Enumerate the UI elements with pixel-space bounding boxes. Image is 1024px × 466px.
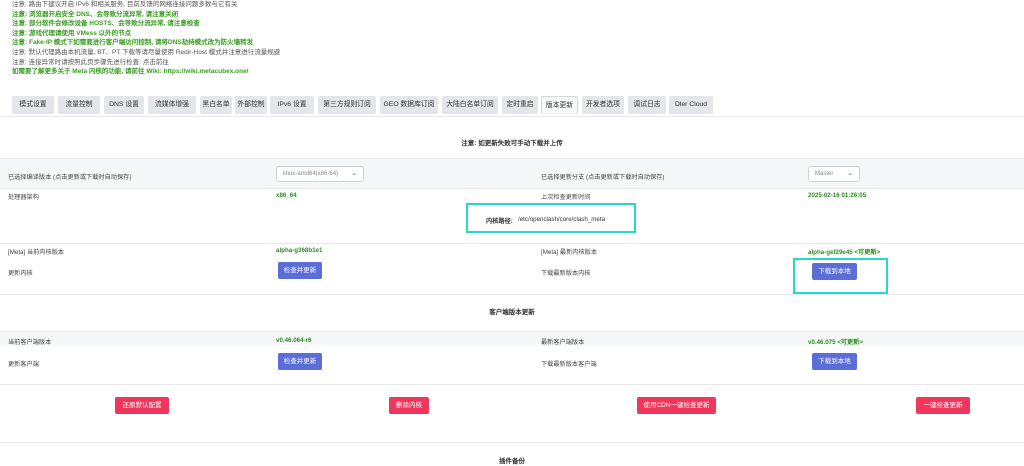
notice-line: 注意: 默认代理路由本机流量, BT、PT 下载等请尽量使用 Redir-Hos…: [12, 48, 281, 56]
arch-value: x86_64: [276, 192, 297, 199]
one-click-update-button[interactable]: 一键检查更新: [916, 397, 970, 414]
latest-client-value: v0.46.075 <可更新>: [808, 339, 864, 346]
branch-label: 已选择更新分支 (点击更新或下载时自动保存): [541, 174, 665, 181]
download-client-button[interactable]: 下载到本地: [812, 353, 857, 370]
update-core-button[interactable]: 检查并更新: [278, 262, 322, 279]
chevron-down-icon: ⌄: [351, 170, 357, 177]
tab-debug-log[interactable]: 调试日志: [628, 96, 666, 114]
divider: [0, 188, 1024, 189]
update-client-button[interactable]: 检查并更新: [278, 353, 322, 370]
tab-ipv6-settings[interactable]: IPv6 设置: [270, 96, 314, 114]
notice-line: 注意: 连接异常时请按照此页步骤先进行检查: 点击前往: [12, 58, 169, 66]
download-core-label: 下载最新版本内核: [541, 270, 591, 277]
current-core-value: alpha-g368b1e1: [276, 247, 323, 254]
current-core-label: [Meta] 当前内核版本: [8, 249, 65, 256]
tab-dler-cloud[interactable]: Dler Cloud: [669, 96, 713, 114]
last-check-label: 上次检查更新时间: [541, 194, 591, 201]
divider: [0, 384, 1024, 385]
core-path-value: /etc/openclash/core/clash_meta: [518, 216, 606, 223]
notice-line: 注意: 浏览器开启安全 DNS、会导致分流异常, 请注意关闭: [12, 10, 179, 18]
cdn-update-button[interactable]: 使用CDN一键检查更新: [637, 397, 716, 414]
compile-version-select[interactable]: linux-amd64(x86-64) ⌄: [276, 166, 364, 182]
download-client-label: 下载最新版本客户端: [541, 361, 597, 368]
notice-line: 注意: 部分软件会修改设备 HOSTS、会导致分流异常, 请注意检查: [12, 20, 200, 28]
current-client-label: 当前客户端版本: [8, 339, 52, 346]
branch-selected: Master: [815, 171, 834, 177]
tab-geo-database[interactable]: GEO 数据库订阅: [380, 96, 438, 114]
tab-traffic-control[interactable]: 流量控制: [58, 96, 100, 114]
restore-default-button[interactable]: 还原默认配置: [115, 397, 169, 414]
tab-black-white-list[interactable]: 黑白名单: [200, 96, 232, 114]
current-client-value: v0.46.064-r6: [276, 337, 312, 344]
branch-select[interactable]: Master ⌄: [808, 166, 860, 182]
plugin-backup-title: 插件备份: [499, 458, 525, 465]
client-section-title: 客户端版本更新: [489, 309, 535, 316]
notice-line: 注意: Fake-IP 模式下如需要进行客户端访问控制, 请将DNS劫持模式改为…: [12, 39, 254, 47]
delete-core-button[interactable]: 删除内核: [389, 397, 429, 414]
tab-scheduled-restart[interactable]: 定时重启: [502, 96, 538, 114]
tab-dns-settings[interactable]: DNS 设置: [104, 96, 144, 114]
tab-external-control[interactable]: 外部控制: [235, 96, 267, 114]
tab-streaming-enhance[interactable]: 流媒体增强: [148, 96, 196, 114]
compile-version-selected: linux-amd64(x86-64): [283, 171, 339, 177]
core-path-label: 内核路径:: [486, 218, 513, 225]
download-core-highlight: [793, 258, 888, 294]
notice-line: 如需要了解更多关于 Meta 内核的功能, 请前往 Wiki: https://…: [12, 68, 249, 76]
latest-core-label: [Meta] 最新内核版本: [541, 249, 598, 256]
row-background: [0, 159, 1024, 188]
arch-label: 处理器架构: [8, 194, 39, 201]
divider: [0, 294, 1024, 295]
tab-developer-options[interactable]: 开发者选项: [582, 96, 624, 114]
update-core-label: 更新内核: [8, 270, 33, 277]
core-section-title: 注意: 如更新失败可手动下载并上传: [461, 140, 563, 147]
divider: [0, 442, 1024, 443]
last-check-value: 2025-02-16 01:26:05: [808, 192, 867, 199]
latest-core-value: alpha-gef29e45 <可更新>: [808, 249, 881, 256]
tab-version-update[interactable]: 版本更新: [541, 96, 578, 114]
chevron-down-icon: ⌄: [847, 170, 853, 177]
compile-version-label: 已选择编译版本 (点击更新或下载时自动保存): [8, 174, 132, 181]
settings-tab-bar: 模式设置 流量控制 DNS 设置 流媒体增强 黑白名单 外部控制 IPv6 设置…: [8, 96, 1016, 116]
core-path-box: 内核路径: /etc/openclash/core/clash_meta: [466, 203, 636, 233]
update-client-label: 更新客户端: [8, 361, 39, 368]
row-background: [0, 332, 1024, 346]
notice-line: 注意: 路由下建议开启 IPv6 和相关服务, 目前反馈的网络连接问题多数与它有…: [12, 1, 238, 8]
notice-line: 注意: 游戏代理请使用 VMess 以外的节点: [12, 29, 132, 37]
latest-client-label: 最新客户端版本: [541, 339, 585, 346]
notice-list: 注意: 路由下建议开启 IPv6 和相关服务, 目前反馈的网络连接问题多数与它有…: [12, 0, 1012, 77]
tab-divider: [0, 116, 1024, 117]
tab-mode-settings[interactable]: 模式设置: [12, 96, 54, 114]
divider: [0, 243, 1024, 244]
tab-third-party-rules[interactable]: 第三方规则订阅: [318, 96, 376, 114]
tab-mainland-whitelist[interactable]: 大陆白名单订阅: [442, 96, 498, 114]
